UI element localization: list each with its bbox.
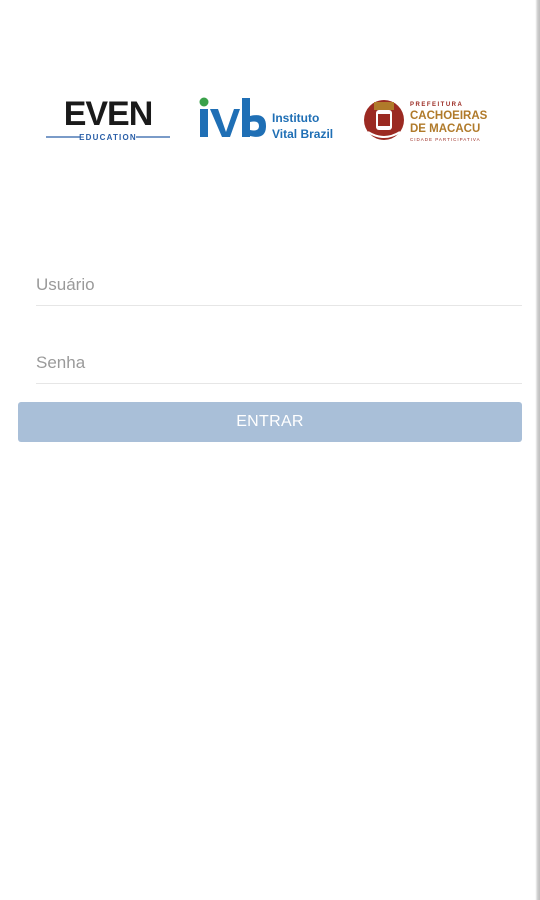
even-wordmark: EVEN [64, 95, 153, 133]
prefeitura-cachoeiras-logo: PREFEITURA CACHOEIRAS DE MACACU CIDADE P… [364, 100, 488, 142]
screen-edge [532, 0, 540, 900]
prefeitura-line1: PREFEITURA [410, 102, 463, 108]
prefeitura-line2: CACHOEIRAS [410, 110, 488, 122]
password-input[interactable] [36, 342, 522, 384]
login-screen: EVEN EDUCATION Instituto Vital Brazil PR… [0, 0, 540, 900]
even-education-logo: EVEN EDUCATION [46, 95, 170, 142]
prefeitura-line4: CIDADE PARTICIPATIVA [410, 137, 481, 142]
username-input[interactable] [36, 264, 522, 306]
partner-logos: EVEN EDUCATION Instituto Vital Brazil PR… [36, 92, 506, 152]
ivb-line2: Vital Brazil [272, 127, 333, 141]
coat-of-arms-icon [364, 100, 404, 140]
ivb-line1: Instituto [272, 111, 319, 125]
ivb-mark-icon [199, 97, 266, 137]
instituto-vital-brazil-logo: Instituto Vital Brazil [199, 97, 333, 141]
login-button[interactable]: ENTRAR [18, 402, 522, 442]
prefeitura-line3: DE MACACU [410, 123, 480, 135]
even-subtitle: EDUCATION [79, 133, 137, 142]
